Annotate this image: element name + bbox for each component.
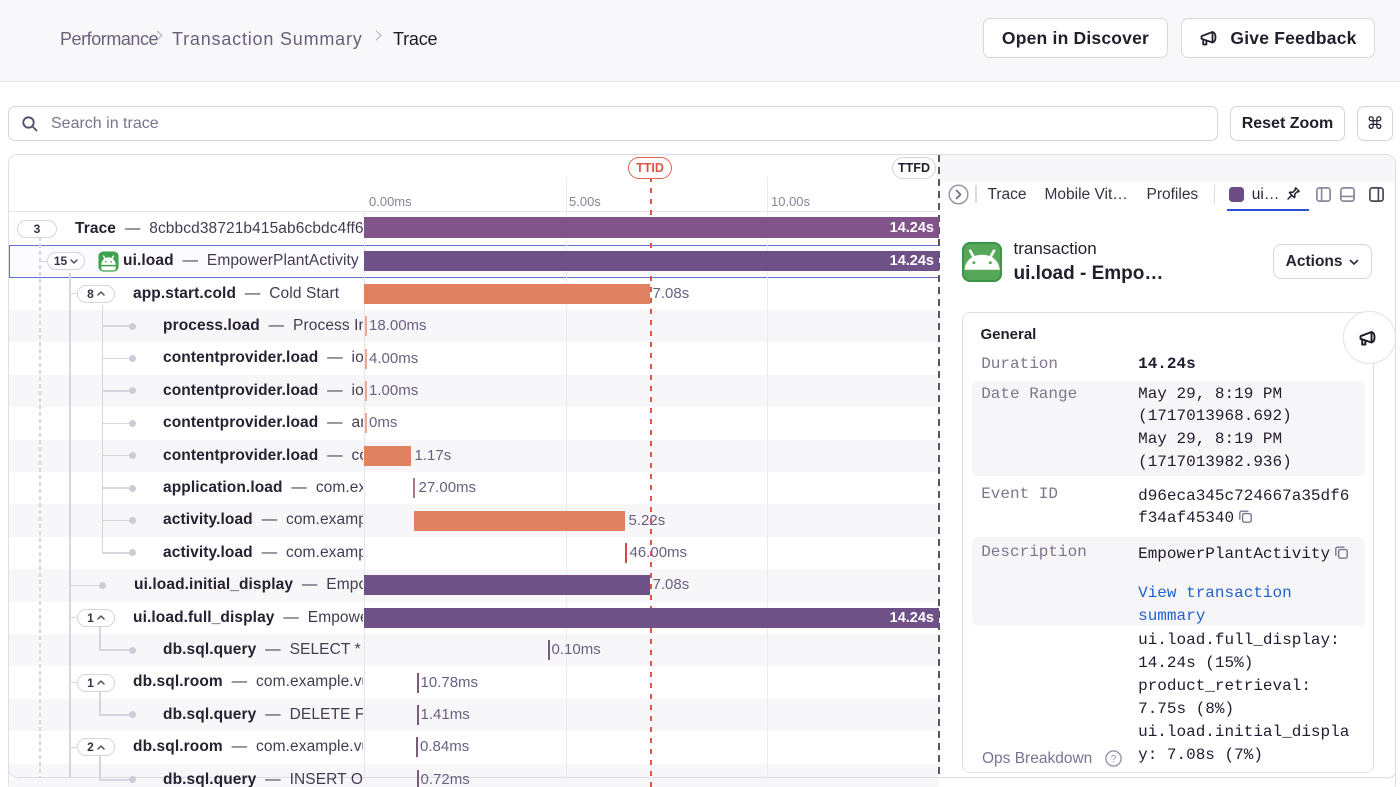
svg-text:?: ?: [1111, 754, 1117, 765]
